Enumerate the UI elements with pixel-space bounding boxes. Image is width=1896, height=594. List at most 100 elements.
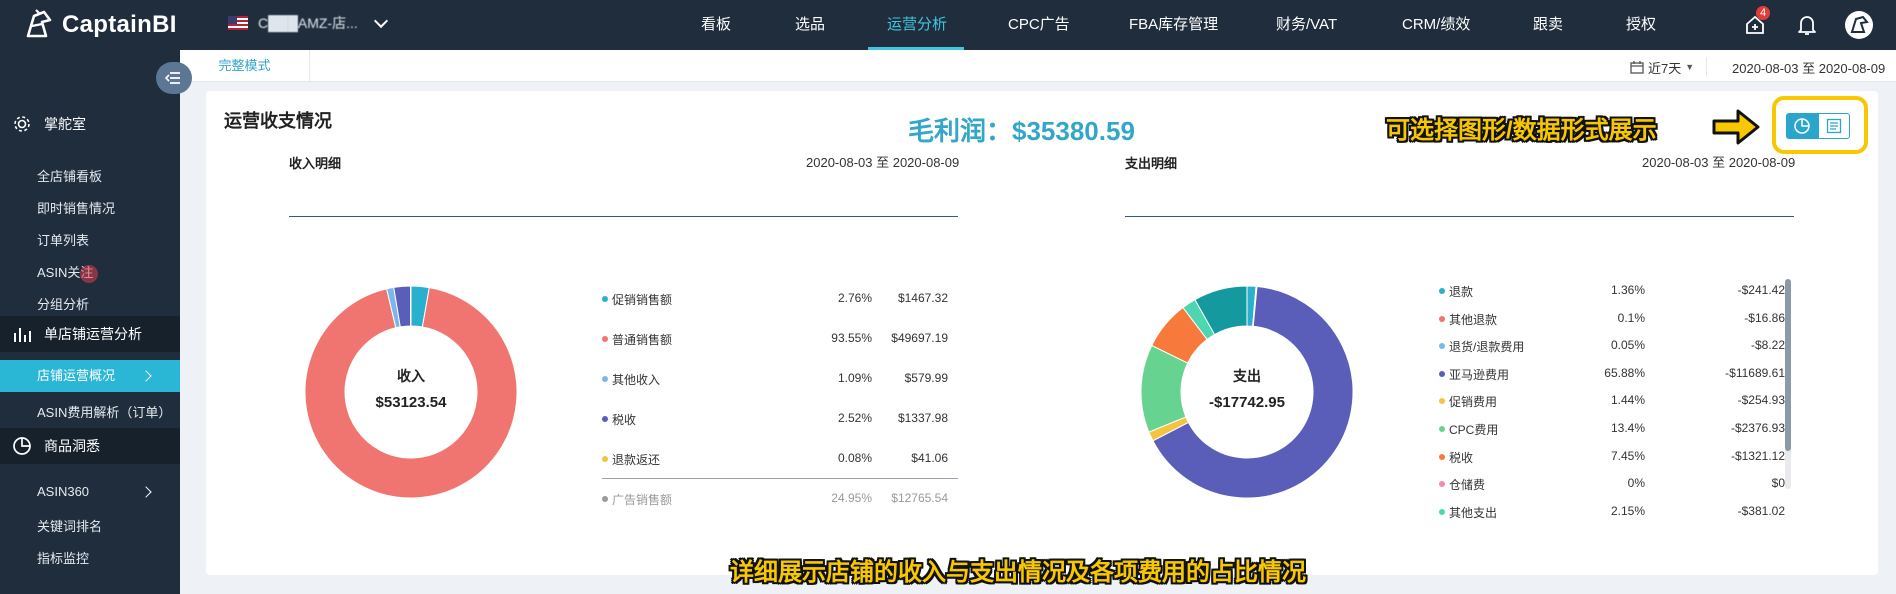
legend-amount: -$241.42	[1737, 283, 1785, 297]
expense-donut-chart[interactable]	[1139, 284, 1355, 500]
sidebar-item-store-overview-label: 店铺运营概况	[37, 368, 116, 383]
scrollbar-thumb[interactable]	[1785, 279, 1791, 451]
legend-percent: 2.76%	[837, 291, 872, 305]
caret-down-icon: ▼	[1685, 62, 1695, 72]
chevron-right-icon	[140, 486, 152, 498]
message-button[interactable]: 4	[1738, 6, 1772, 42]
legend-dot	[1439, 508, 1445, 515]
table-view-button[interactable]	[1818, 113, 1850, 139]
income-slice-4[interactable]	[409, 285, 412, 327]
legend-name: 税收	[1449, 450, 1474, 465]
legend-percent: 0%	[1627, 476, 1645, 491]
sidebar-group-helm-label: 掌舵室	[44, 116, 86, 132]
legend-amount: $1467.32	[897, 291, 948, 305]
sidebar-item-asin360[interactable]: ASIN360	[37, 484, 89, 499]
sidebar-item-order-list[interactable]: 订单列表	[37, 230, 89, 249]
sidebar-collapse-button[interactable]	[156, 62, 192, 94]
sidebar-item-keyword-rank[interactable]: 关键词排名	[37, 516, 102, 535]
expense-legend-scrollbar[interactable]	[1785, 279, 1791, 489]
legend-name: 促销费用	[1449, 395, 1498, 410]
nav-follow-sell[interactable]: 跟卖	[1533, 0, 1563, 50]
legend-percent: 1.09%	[837, 371, 872, 385]
legend-dot	[602, 456, 608, 462]
sidebar-item-asin-cost[interactable]: ASIN费用解析（订单）	[37, 402, 171, 421]
legend-dot	[1439, 343, 1445, 350]
sidebar-group-single-store-label: 单店铺运营分析	[44, 326, 142, 342]
legend-name: 其他支出	[1449, 505, 1498, 520]
sidebar-item-live-sales[interactable]: 即时销售情况	[37, 198, 115, 217]
expense-legend-row[interactable]: 仓储费 0% $0	[1439, 476, 1789, 492]
expense-legend-row[interactable]: 促销费用 1.44% -$254.93	[1439, 393, 1789, 409]
income-legend-footer-row[interactable]: 广告销售额 24.95% $12765.54	[602, 491, 952, 507]
legend-percent: 93.55%	[831, 331, 872, 345]
income-legend-row[interactable]: 税收 2.52% $1337.98	[602, 411, 952, 427]
sidebar-group-helm[interactable]: 掌舵室	[0, 106, 180, 142]
legend-amount: -$16.86	[1744, 310, 1785, 325]
notification-button[interactable]	[1790, 8, 1824, 42]
app-logo[interactable]: CaptainBI	[20, 6, 177, 44]
chart-view-button[interactable]	[1786, 113, 1818, 139]
nav-crm-performance[interactable]: CRM/绩效	[1402, 0, 1470, 50]
user-avatar[interactable]	[1842, 8, 1876, 42]
expense-legend-row[interactable]: 退货/退款费用 0.05% -$8.22	[1439, 338, 1789, 354]
legend-dot	[1439, 481, 1445, 488]
legend-percent: 0.05%	[1610, 338, 1645, 353]
legend-name: 其他退款	[1449, 312, 1498, 327]
legend-name: 退货/退款费用	[1449, 340, 1525, 355]
income-legend-separator	[602, 478, 958, 479]
date-range-display[interactable]: 2020-08-03 至 2020-08-09	[1732, 58, 1885, 77]
legend-percent: 65.88%	[1604, 365, 1645, 380]
mode-tab-full[interactable]: 完整模式	[180, 50, 310, 82]
legend-percent: 2.15%	[1610, 503, 1645, 518]
date-range-select[interactable]: 近7天 ▼	[1630, 57, 1708, 77]
legend-name: 退款	[1449, 285, 1474, 299]
date-range-select-label: 近7天	[1648, 60, 1682, 76]
page-title: 运营收支情况	[224, 111, 332, 131]
legend-name: 普通销售额	[612, 333, 673, 347]
page-toolbar: 完整模式 近7天 ▼ 2020-08-03 至 2020-08-09	[180, 50, 1896, 82]
legend-percent: 13.4%	[1610, 421, 1645, 435]
legend-dot	[1439, 453, 1445, 460]
sidebar-item-all-store-board[interactable]: 全店铺看板	[37, 166, 102, 185]
expense-legend-row[interactable]: 亚马逊费用 65.88% -$11689.61	[1439, 366, 1789, 382]
calendar-icon	[1630, 60, 1644, 74]
legend-percent: 7.45%	[1610, 448, 1645, 463]
income-legend-row[interactable]: 促销销售额 2.76% $1467.32	[602, 291, 952, 307]
sidebar-item-group-analysis[interactable]: 分组分析	[37, 294, 89, 313]
income-legend-row[interactable]: 其他收入 1.09% $579.99	[602, 371, 952, 387]
legend-amount: -$2376.93	[1730, 421, 1785, 435]
sidebar-item-store-overview[interactable]: 店铺运营概况	[0, 360, 180, 392]
income-section-title: 收入明细	[289, 156, 342, 171]
income-center-label: 收入	[397, 368, 425, 384]
income-center-value: $53123.54	[375, 394, 447, 411]
expense-legend-row[interactable]: CPC费用 13.4% -$2376.93	[1439, 421, 1789, 437]
nav-operations-analysis[interactable]: 运营分析	[887, 0, 947, 50]
legend-name: 仓储费	[1449, 478, 1486, 493]
expense-legend-row[interactable]: 其他退款 0.1% -$16.86	[1439, 311, 1789, 327]
sidebar-group-product-insight[interactable]: 商品洞悉	[0, 428, 180, 464]
nav-fba-inventory[interactable]: FBA库存管理	[1129, 0, 1218, 50]
nav-dashboard[interactable]: 看板	[701, 0, 731, 50]
collapse-menu-icon	[165, 72, 180, 84]
legend-percent: 2.52%	[837, 411, 872, 425]
legend-amount: -$254.93	[1737, 393, 1785, 408]
legend-name: 退款返还	[612, 453, 661, 467]
store-selector[interactable]: C███AMZ-店...	[228, 13, 388, 33]
income-legend-row[interactable]: 普通销售额 93.55% $49697.19	[602, 331, 952, 347]
nav-authorization[interactable]: 授权	[1626, 0, 1656, 50]
pie-chart-icon	[1794, 118, 1810, 134]
sidebar-group-single-store[interactable]: 单店铺运营分析	[0, 316, 180, 352]
expense-divider	[1125, 216, 1794, 217]
expense-legend-row[interactable]: 税收 7.45% -$1321.12	[1439, 449, 1789, 465]
legend-dot	[1439, 398, 1445, 405]
income-legend-row[interactable]: 退款返还 0.08% $41.06	[602, 451, 952, 467]
expense-legend-row[interactable]: 其他支出 2.15% -$381.02	[1439, 504, 1789, 520]
nav-product-selection[interactable]: 选品	[795, 0, 825, 50]
expense-legend-row[interactable]: 退款 1.36% -$241.42	[1439, 283, 1789, 299]
income-donut-chart[interactable]	[303, 284, 519, 500]
nav-cpc-ads[interactable]: CPC广告	[1008, 0, 1070, 50]
nav-finance-vat[interactable]: 财务/VAT	[1276, 0, 1337, 50]
legend-dot	[1439, 288, 1445, 294]
sidebar-item-metric-monitor[interactable]: 指标监控	[37, 548, 89, 567]
expense-section-title: 支出明细	[1125, 156, 1178, 171]
